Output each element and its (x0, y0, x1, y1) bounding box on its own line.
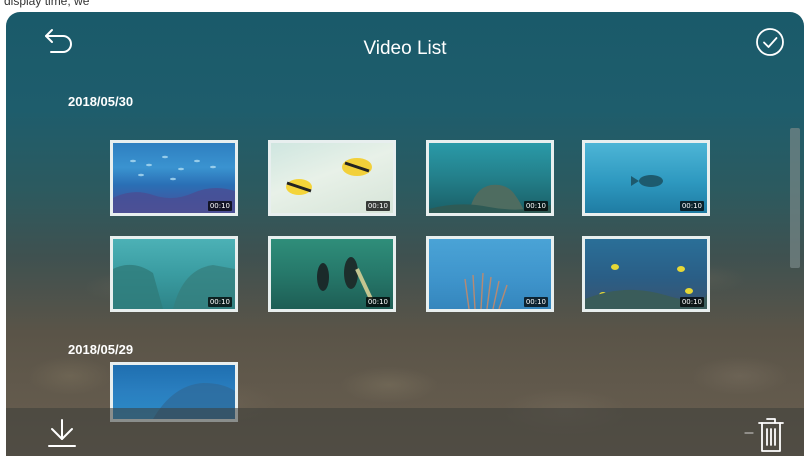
date-heading: 2018/05/29 (68, 342, 134, 357)
video-thumbnail[interactable]: 00:10 (110, 140, 238, 216)
trash-icon[interactable] (740, 414, 790, 456)
top-strip: display time, we (0, 0, 804, 12)
scrollbar[interactable] (790, 128, 800, 268)
video-thumbnail[interactable]: 00:10 (582, 236, 710, 312)
video-list-screen: Video List 2018/05/30 00:10 00:10 00:10 … (6, 12, 804, 456)
video-thumbnail[interactable]: 00:10 (268, 236, 396, 312)
download-icon[interactable] (44, 416, 80, 450)
video-thumbnail[interactable]: 00:10 (426, 236, 554, 312)
check-circle-icon[interactable] (754, 26, 786, 58)
video-thumbnail[interactable]: 00:10 (582, 140, 710, 216)
bottom-toolbar (6, 408, 804, 456)
video-thumbnail[interactable]: 00:10 (268, 140, 396, 216)
video-thumbnail[interactable]: 00:10 (426, 140, 554, 216)
page-title: Video List (363, 38, 447, 59)
date-heading: 2018/05/30 (68, 94, 134, 109)
video-thumbnail[interactable]: 00:10 (110, 236, 238, 312)
